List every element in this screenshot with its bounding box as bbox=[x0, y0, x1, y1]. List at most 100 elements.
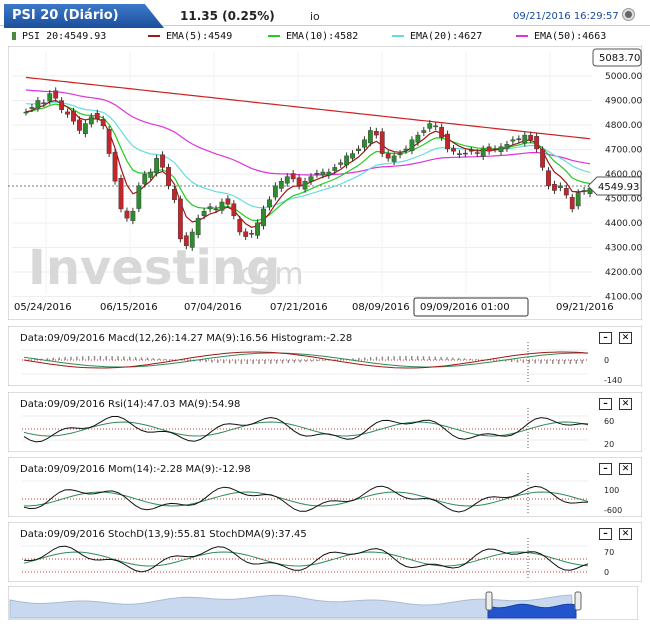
candle bbox=[462, 152, 468, 155]
rsi-ma-line bbox=[23, 421, 589, 437]
candle bbox=[474, 152, 480, 154]
candle bbox=[367, 130, 373, 144]
x-tick-label: 05/24/2016 bbox=[14, 302, 72, 313]
rsi-panel[interactable]: 60 20 bbox=[8, 392, 642, 452]
candle bbox=[94, 112, 100, 120]
candle bbox=[326, 171, 332, 176]
candle bbox=[552, 183, 557, 191]
indicator-tick-label: 0 bbox=[604, 356, 609, 365]
legend-item: EMA(5):4549 bbox=[148, 31, 232, 42]
navigator[interactable] bbox=[8, 586, 638, 620]
candle bbox=[510, 139, 516, 142]
candle bbox=[71, 111, 76, 122]
y-tick-label: 4300.00 bbox=[605, 244, 642, 254]
mom-line bbox=[23, 485, 589, 513]
price-change: 11.35 (0.25%) bbox=[180, 9, 275, 23]
candle bbox=[290, 173, 296, 180]
candle bbox=[427, 123, 433, 129]
candle bbox=[195, 217, 201, 236]
candle bbox=[557, 185, 563, 188]
candle bbox=[207, 206, 213, 210]
candle bbox=[201, 211, 207, 217]
candle bbox=[439, 126, 445, 138]
candle bbox=[504, 144, 510, 149]
candle bbox=[546, 170, 551, 187]
navigator-left-handle[interactable] bbox=[485, 591, 493, 611]
candle bbox=[433, 125, 439, 128]
indicator-tick-label: -600 bbox=[604, 506, 622, 515]
candle bbox=[498, 146, 504, 152]
main-price-chart[interactable]: Investing .com 5000.004900.004800.004700… bbox=[8, 46, 642, 320]
candle bbox=[88, 116, 94, 125]
instrument-title[interactable]: PSI 20 (Diário) bbox=[4, 4, 164, 28]
y-tick-label: 4700.00 bbox=[605, 146, 642, 156]
candle bbox=[397, 153, 403, 156]
navigator-right-handle[interactable] bbox=[574, 591, 582, 611]
candle bbox=[142, 174, 148, 185]
candle bbox=[249, 233, 255, 235]
legend-swatch bbox=[148, 35, 160, 37]
candle bbox=[278, 181, 284, 189]
candle bbox=[82, 123, 88, 135]
legend-label: PSI 20:4549.93 bbox=[22, 31, 107, 42]
y-tick-label: 5000.00 bbox=[605, 72, 642, 82]
y-tick-label: 4400.00 bbox=[605, 219, 642, 229]
candle bbox=[237, 219, 243, 233]
candle bbox=[379, 131, 385, 154]
candle bbox=[166, 167, 171, 187]
mom-panel[interactable]: 100 -600 bbox=[8, 457, 642, 517]
candle bbox=[403, 148, 409, 151]
candle bbox=[160, 154, 165, 168]
legend-label: EMA(10):4582 bbox=[286, 31, 359, 42]
last-update-datetime: 09/21/2016 16:29:57 bbox=[513, 11, 619, 22]
indicator-tick-label: 0 bbox=[604, 568, 609, 577]
candle bbox=[296, 177, 302, 187]
candle bbox=[362, 139, 367, 148]
indicator-tick-label: 60 bbox=[604, 417, 614, 426]
candle bbox=[177, 198, 183, 240]
top-bar: PSI 20 (Diário) 11.35 (0.25%) io 09/21/2… bbox=[0, 0, 650, 28]
indicator-tick-label: 20 bbox=[604, 440, 614, 449]
candle bbox=[338, 162, 344, 165]
candle bbox=[29, 107, 35, 109]
candle bbox=[314, 172, 320, 175]
candle bbox=[350, 153, 355, 159]
crosshair-date-label: 09/09/2016 01:00 bbox=[420, 302, 510, 313]
candle bbox=[284, 176, 290, 184]
candle bbox=[421, 130, 427, 133]
candle bbox=[189, 231, 195, 248]
candle bbox=[356, 148, 361, 151]
candle bbox=[261, 208, 266, 227]
legend-item: EMA(50):4663 bbox=[516, 31, 606, 42]
candle bbox=[124, 210, 130, 219]
candle bbox=[130, 211, 136, 221]
macd-panel[interactable]: 0 -140 bbox=[8, 326, 642, 386]
candle bbox=[136, 185, 142, 209]
candle bbox=[516, 138, 522, 140]
indicator-tick-label: 70 bbox=[604, 548, 614, 557]
candle bbox=[172, 189, 177, 200]
rsi-line bbox=[23, 416, 589, 443]
candle bbox=[540, 149, 545, 168]
candle bbox=[391, 155, 397, 162]
candle bbox=[183, 235, 189, 247]
y-tick-label: 4200.00 bbox=[605, 268, 642, 278]
candle bbox=[332, 167, 338, 171]
candle bbox=[118, 178, 124, 210]
high-price-label: 5083.70 bbox=[599, 53, 640, 64]
candle bbox=[255, 222, 260, 236]
candle bbox=[308, 176, 314, 182]
x-tick-label: 07/21/2016 bbox=[270, 302, 328, 313]
legend-swatch bbox=[12, 32, 16, 40]
y-tick-label: 4800.00 bbox=[605, 121, 642, 131]
stoch-panel[interactable]: 70 0 bbox=[8, 522, 642, 582]
y-tick-label: 4500.00 bbox=[605, 195, 642, 205]
extra-label: io bbox=[310, 10, 320, 23]
candle bbox=[344, 155, 350, 166]
candle bbox=[320, 171, 326, 176]
candle bbox=[267, 199, 272, 208]
stoch-line bbox=[23, 545, 589, 573]
candle bbox=[409, 139, 415, 151]
gear-icon[interactable] bbox=[623, 9, 634, 20]
candle bbox=[213, 208, 219, 211]
